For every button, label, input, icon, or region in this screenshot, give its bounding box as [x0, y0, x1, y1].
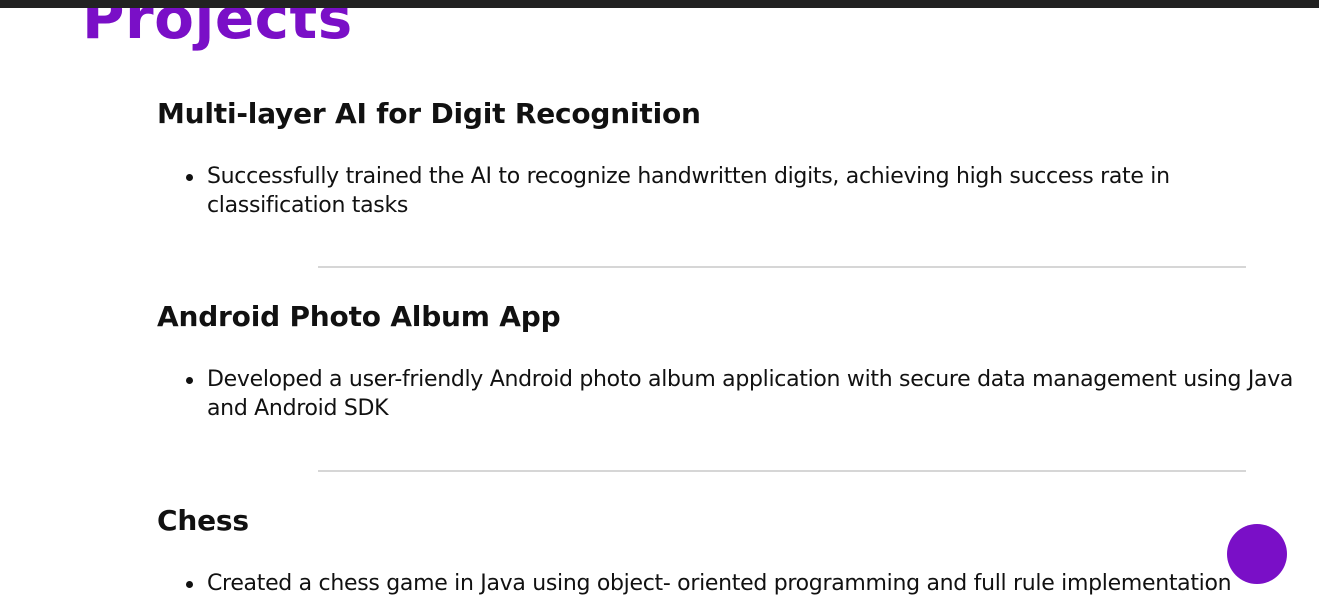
project-photo-album: Android Photo Album App Developed a user… — [157, 300, 1297, 423]
floating-action-button[interactable] — [1227, 524, 1287, 584]
project-title: Android Photo Album App — [157, 300, 561, 333]
project-bullets: Successfully trained the AI to recognize… — [157, 162, 1297, 220]
project-bullet: Developed a user-friendly Android photo … — [186, 365, 1297, 423]
project-bullet: Created a chess game in Java using objec… — [186, 569, 1297, 598]
project-chess: Chess Created a chess game in Java using… — [157, 504, 1297, 598]
project-divider — [318, 266, 1246, 268]
project-bullets: Developed a user-friendly Android photo … — [157, 365, 1297, 423]
project-title: Chess — [157, 504, 249, 537]
project-bullet: Successfully trained the AI to recognize… — [186, 162, 1297, 220]
project-digit-recognition: Multi-layer AI for Digit Recognition Suc… — [157, 97, 1297, 220]
project-bullets: Created a chess game in Java using objec… — [157, 569, 1297, 598]
project-divider — [318, 470, 1246, 472]
project-title: Multi-layer AI for Digit Recognition — [157, 97, 701, 130]
top-bar — [0, 0, 1319, 8]
